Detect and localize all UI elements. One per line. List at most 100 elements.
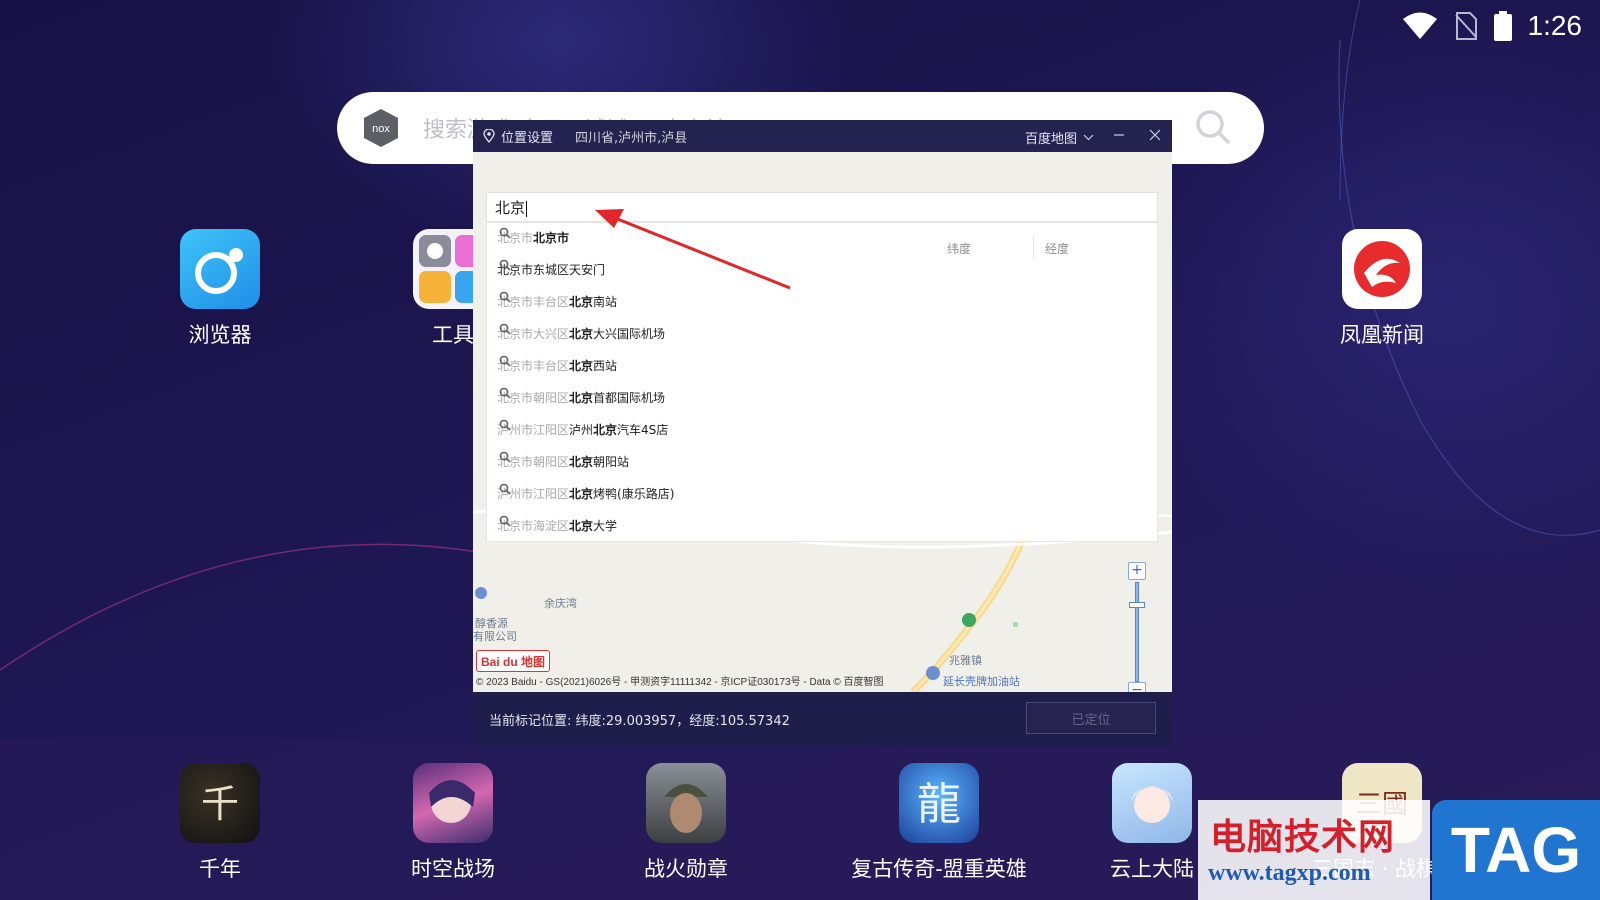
- suggestion-item[interactable]: 泸州市江阳区 北京烤鸭(康乐路店): [497, 483, 674, 503]
- suggestion-item[interactable]: 北京市朝阳区 北京首都国际机场: [497, 387, 665, 407]
- map-provider-select[interactable]: 百度地图: [1025, 128, 1094, 147]
- yunshang-icon: [1112, 763, 1192, 843]
- suggestion-name-rest: 北京市东城区天安门: [497, 262, 606, 277]
- dialog-footer: 当前标记位置: 纬度:29.003957，经度:105.57342 已定位: [473, 692, 1172, 745]
- current-region: 四川省,泸州市,泸县: [575, 130, 688, 146]
- close-button[interactable]: [1146, 126, 1164, 144]
- longitude-header: 经度: [1045, 242, 1070, 256]
- suggestion-item[interactable]: 北京市 北京市: [497, 227, 569, 247]
- suggestion-name-match: 北京: [569, 326, 594, 341]
- suggestion-name: 北京市东城区天安门: [497, 261, 605, 278]
- suggestion-dropdown: 纬度 经度 北京市 北京市 北京市东城区天安门 北京市丰台区 北京南站 北京市大兴区 北京大…: [486, 222, 1158, 542]
- suggestion-name: 北京烤鸭(康乐路店): [569, 485, 674, 502]
- svg-text:龍: 龍: [917, 779, 961, 830]
- minimize-button[interactable]: [1110, 126, 1128, 144]
- search-icon: [499, 419, 511, 431]
- app-label: 战火勋章: [644, 857, 728, 881]
- app-fugu[interactable]: 龍 复古传奇-盟重英雄: [849, 763, 1029, 883]
- located-button[interactable]: 已定位: [1026, 702, 1156, 734]
- column-divider: [1033, 235, 1034, 259]
- app-label: 复古传奇-盟重英雄: [851, 857, 1027, 881]
- ifeng-news-icon: [1342, 229, 1422, 309]
- search-icon: [499, 259, 511, 271]
- suggestion-name: 北京市: [533, 229, 569, 246]
- zoom-control[interactable]: + −: [1128, 562, 1146, 692]
- watermark-site-name: 电脑技术网: [1210, 817, 1396, 858]
- search-input-value: 北京: [495, 199, 526, 217]
- suggestion-name-rest: 西站: [593, 358, 618, 373]
- map-label: 余庆湾: [544, 597, 577, 610]
- app-label: 时空战场: [411, 857, 495, 881]
- suggestion-item[interactable]: 北京市丰台区 北京南站: [497, 291, 617, 311]
- suggestion-item[interactable]: 北京市大兴区 北京大兴国际机场: [497, 323, 665, 343]
- suggestion-name: 北京西站: [569, 357, 617, 374]
- status-bar: 1:26: [1402, 6, 1583, 46]
- suggestion-name-rest: 汽车4S店: [617, 422, 669, 437]
- status-time: 1:26: [1527, 10, 1583, 41]
- search-icon: [499, 451, 511, 463]
- search-icon: [499, 227, 511, 239]
- suggestion-item[interactable]: 北京市丰台区 北京西站: [497, 355, 617, 375]
- svg-text:nox: nox: [372, 123, 390, 135]
- browser-icon: [180, 229, 260, 309]
- suggestion-name-match: 北京: [569, 294, 594, 309]
- location-settings-dialog: 位置设置 四川省,泸州市,泸县 百度地图 余庆湾 醇香源 有限公司 兆雅镇 延长…: [473, 120, 1172, 745]
- map-label: 兆雅镇: [949, 654, 982, 667]
- suggestion-name: 北京朝阳站: [569, 453, 629, 470]
- app-shikong[interactable]: 时空战场: [383, 763, 523, 883]
- svg-text:千: 千: [201, 782, 239, 826]
- zoom-out-button[interactable]: −: [1128, 682, 1146, 692]
- suggestion-item[interactable]: 北京市朝阳区 北京朝阳站: [497, 451, 629, 471]
- zoom-slider-handle[interactable]: [1129, 602, 1145, 608]
- suggestion-name-match: 北京市: [533, 230, 570, 245]
- app-zhanhuo[interactable]: 战火勋章: [616, 763, 756, 883]
- suggestion-name-rest: 首都国际机场: [593, 390, 666, 405]
- watermark-tag-logo: TAG: [1432, 800, 1600, 900]
- suggestion-name-match: 北京: [569, 390, 594, 405]
- map-view[interactable]: 余庆湾 醇香源 有限公司 兆雅镇 延长壳牌加油站 Bai du 地图 © 202…: [473, 152, 1172, 692]
- location-search-input[interactable]: 北京: [486, 192, 1158, 222]
- app-qiannian[interactable]: 千 千年: [150, 763, 290, 883]
- app-browser[interactable]: 浏览器: [150, 229, 290, 349]
- suggestion-name-match: 北京: [569, 518, 594, 533]
- search-icon[interactable]: [1194, 108, 1232, 146]
- suggestion-name: 泸州北京汽车4S店: [569, 421, 668, 438]
- zoom-slider-track[interactable]: [1135, 582, 1139, 682]
- app-label: 千年: [199, 857, 241, 881]
- suggestion-name-match: 北京: [569, 358, 594, 373]
- suggestion-item[interactable]: 北京市东城区天安门: [497, 259, 605, 279]
- search-icon: [499, 323, 511, 335]
- current-position-text: 当前标记位置: 纬度:29.003957，经度:105.57342: [489, 714, 790, 729]
- app-ifeng-news[interactable]: 凤凰新闻: [1312, 229, 1452, 349]
- qiannian-icon: 千: [180, 763, 260, 843]
- app-label: 凤凰新闻: [1340, 323, 1424, 347]
- search-icon: [499, 515, 511, 527]
- zoom-in-button[interactable]: +: [1128, 562, 1146, 580]
- baidu-map-logo: Bai du 地图: [476, 650, 550, 672]
- search-icon: [499, 355, 511, 367]
- text-caret: [526, 200, 528, 217]
- suggestion-name-rest: 大兴国际机场: [593, 326, 666, 341]
- suggestion-item[interactable]: 北京市海淀区 北京大学: [497, 515, 617, 535]
- search-icon: [499, 483, 511, 495]
- nox-logo-icon: nox: [364, 109, 398, 147]
- suggestion-item[interactable]: 泸州市江阳区 泸州北京汽车4S店: [497, 419, 668, 439]
- suggestion-name-match: 北京: [593, 422, 618, 437]
- search-icon: [499, 291, 511, 303]
- watermark-url: www.tagxp.com: [1208, 860, 1371, 886]
- no-sim-icon: [1454, 12, 1477, 40]
- location-pin-icon: [483, 129, 495, 143]
- watermark-text-panel: 电脑技术网 www.tagxp.com: [1198, 800, 1430, 900]
- suggestion-name: 北京首都国际机场: [569, 389, 665, 406]
- suggestion-name: 北京大学: [569, 517, 617, 534]
- zhanhuo-icon: [646, 763, 726, 843]
- suggestion-name-prefix: 泸州: [569, 422, 594, 437]
- map-label: 延长壳牌加油站: [943, 675, 1020, 688]
- search-icon: [499, 387, 511, 399]
- fugu-icon: 龍: [899, 763, 979, 843]
- suggestion-name-match: 北京: [569, 454, 594, 469]
- suggestion-name-rest: 大学: [593, 518, 618, 533]
- wifi-icon: [1402, 12, 1437, 39]
- map-copyright: © 2023 Baidu - GS(2021)6026号 - 甲测资字11111…: [476, 677, 884, 688]
- map-label: 有限公司: [473, 630, 517, 643]
